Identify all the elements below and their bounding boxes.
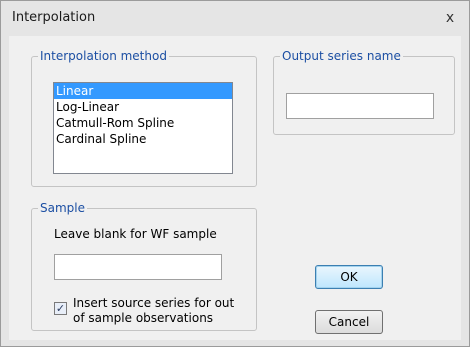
sample-field[interactable] — [54, 254, 222, 280]
interpolation-dialog: Interpolation x Interpolation method Lin… — [0, 0, 470, 347]
output-series-input[interactable] — [287, 94, 433, 118]
sample-group: Sample Leave blank for WF sample ✓ Inser… — [31, 201, 257, 331]
list-item-cardinal-spline[interactable]: Cardinal Spline — [54, 131, 232, 147]
sample-legend: Sample — [40, 201, 85, 215]
list-item-log-linear[interactable]: Log-Linear — [54, 99, 232, 115]
ok-button[interactable]: OK — [315, 265, 383, 289]
interpolation-method-list[interactable]: Linear Log-Linear Catmull-Rom Spline Car… — [53, 82, 233, 174]
output-series-legend: Output series name — [282, 49, 401, 63]
interpolation-method-group: Interpolation method Linear Log-Linear C… — [31, 49, 257, 187]
output-series-field[interactable] — [286, 93, 434, 119]
output-series-group: Output series name — [273, 49, 455, 135]
sample-input[interactable] — [55, 255, 221, 279]
dialog-title: Interpolation — [12, 10, 96, 25]
title-bar[interactable]: Interpolation x — [1, 1, 469, 37]
list-item-catmull-rom-spline[interactable]: Catmull-Rom Spline — [54, 115, 232, 131]
dialog-body: Interpolation method Linear Log-Linear C… — [9, 36, 461, 340]
list-item-linear[interactable]: Linear — [54, 83, 232, 99]
insert-source-checkbox[interactable]: ✓ — [54, 302, 67, 315]
close-icon[interactable]: x — [441, 9, 459, 27]
interpolation-method-legend: Interpolation method — [40, 49, 167, 63]
sample-hint: Leave blank for WF sample — [54, 227, 217, 241]
insert-source-label[interactable]: Insert source series for out of sample o… — [73, 296, 243, 326]
cancel-button[interactable]: Cancel — [315, 310, 383, 334]
